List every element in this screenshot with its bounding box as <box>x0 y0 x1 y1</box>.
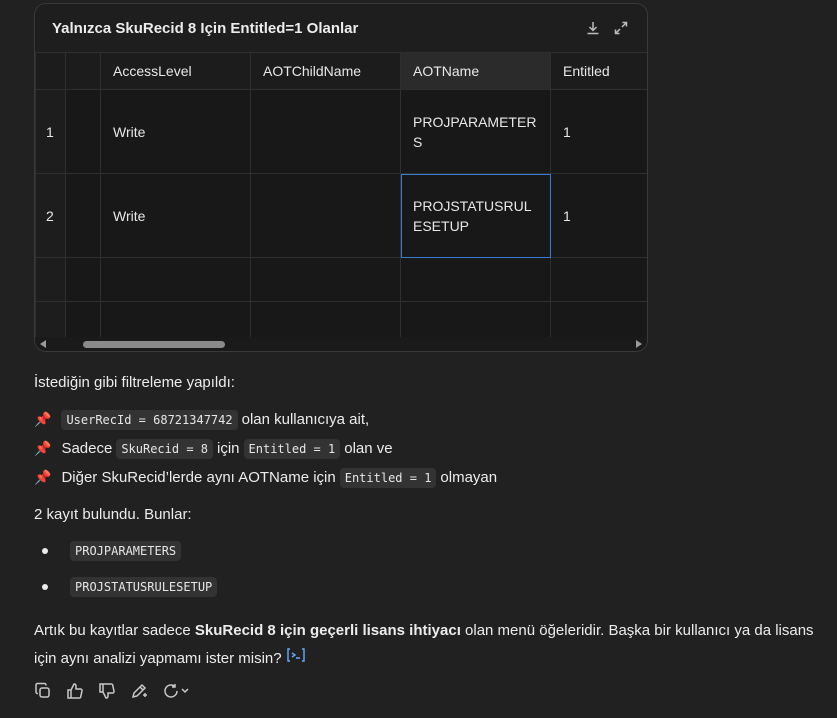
table-cell[interactable] <box>250 257 401 302</box>
closing-paragraph: Artık bu kayıtlar sadece SkuRecid 8 için… <box>34 617 814 673</box>
table-cell-aotchildname[interactable] <box>250 173 401 258</box>
table-cell-aotname[interactable]: PROJPARAMETERS <box>400 89 551 174</box>
table-cell[interactable] <box>100 257 251 302</box>
table-cell-aotname-text: PROJPARAMETERS <box>413 113 537 150</box>
table-cell-accesslevel[interactable]: Write <box>100 89 251 174</box>
inline-code: PROJPARAMETERS <box>70 541 182 561</box>
table-cell-accesslevel[interactable]: Write <box>100 173 251 258</box>
criteria-line: 📌 UserRecId = 68721347742 olan kullanıcı… <box>34 405 814 434</box>
pushpin-icon: 📌 <box>34 440 52 456</box>
criteria-text: olan ve <box>344 440 393 457</box>
horizontal-scrollbar[interactable] <box>35 337 647 351</box>
table-cell-aotchildname[interactable] <box>250 89 401 174</box>
copy-icon[interactable] <box>34 682 52 700</box>
pushpin-icon: 📌 <box>34 469 52 485</box>
closing-bold-text: SkuRecid 8 için geçerli lisans ihtiyacı <box>194 622 461 639</box>
inline-code: SkuRecid = 8 <box>116 438 214 459</box>
criteria-text: Diğer SkuRecid’lerde aynı AOTName için <box>61 469 336 486</box>
table-row-empty <box>35 257 647 302</box>
table-cell <box>35 257 66 302</box>
column-header-accesslevel[interactable]: AccessLevel <box>100 52 251 90</box>
criteria-text: olmayan <box>440 469 498 486</box>
row-number: 2 <box>35 173 66 258</box>
scroll-thumb[interactable] <box>83 341 225 348</box>
inline-code: PROJSTATUSRULESETUP <box>70 577 218 597</box>
table-cell[interactable] <box>65 89 101 174</box>
inline-code: Entitled = 1 <box>339 467 437 488</box>
inline-code: Entitled = 1 <box>243 438 341 459</box>
table-cell-entitled[interactable]: 1 <box>550 89 647 174</box>
inline-code: UserRecId = 68721347742 <box>61 409 238 430</box>
table-cell[interactable] <box>65 257 101 302</box>
criteria-text: Sadece <box>61 440 113 457</box>
pushpin-icon: 📌 <box>34 411 52 427</box>
data-table: AccessLevel AOTChildName AOTName Entitle… <box>35 52 647 346</box>
bullet-icon <box>42 584 48 590</box>
download-icon[interactable] <box>585 20 601 36</box>
criteria-text: olan kullanıcıya ait, <box>241 411 370 428</box>
table-cell-aotname-text: PROJSTATUSRULESETUP <box>413 197 532 234</box>
intro-text: İstediğin gibi filtreleme yapıldı: <box>34 373 235 391</box>
edit-sparkle-icon[interactable] <box>130 682 148 700</box>
scroll-left-icon[interactable] <box>40 340 46 348</box>
table-header-row: AccessLevel AOTChildName AOTName Entitle… <box>35 52 647 90</box>
result-list: PROJPARAMETERS PROJSTATUSRULESETUP <box>34 533 814 605</box>
thumbs-up-icon[interactable] <box>66 682 84 700</box>
list-item: PROJPARAMETERS <box>34 533 814 569</box>
column-header-rownum[interactable] <box>35 52 66 90</box>
assistant-message: İstediğin gibi filtreleme yapıldı: 📌 Use… <box>34 367 814 673</box>
found-text: 2 kayıt bulundu. Bunlar: <box>34 506 192 523</box>
table-row: 1 Write PROJPARAMETERS 1 <box>35 89 647 174</box>
code-interpreter-icon[interactable] <box>286 645 306 673</box>
column-header-entitled[interactable]: Entitled <box>550 52 647 90</box>
bullet-icon <box>42 548 48 554</box>
scroll-right-icon[interactable] <box>636 340 642 348</box>
table-row: 2 Write PROJSTATUSRULESETUP 1 <box>35 173 647 258</box>
table-card: Yalnızca SkuRecid 8 Için Entitled=1 Olan… <box>34 3 648 352</box>
card-title: Yalnızca SkuRecid 8 Için Entitled=1 Olan… <box>52 19 359 37</box>
table-cell[interactable] <box>65 173 101 258</box>
expand-icon[interactable] <box>613 20 629 36</box>
card-header: Yalnızca SkuRecid 8 Için Entitled=1 Olan… <box>35 4 647 52</box>
thumbs-down-icon[interactable] <box>98 682 116 700</box>
criteria-line: 📌 Sadece SkuRecid = 8 için Entitled = 1 … <box>34 434 814 463</box>
column-header-aotname[interactable]: AOTName <box>400 52 551 90</box>
closing-text: Artık bu kayıtlar sadece <box>34 622 195 639</box>
table-cell[interactable] <box>550 257 647 302</box>
column-header-aotchildname[interactable]: AOTChildName <box>250 52 401 90</box>
table-cell-aotname-selected[interactable]: PROJSTATUSRULESETUP <box>400 173 551 258</box>
table-cell-entitled[interactable]: 1 <box>550 173 647 258</box>
criteria-text: için <box>217 440 240 457</box>
column-header-blank[interactable] <box>65 52 101 90</box>
row-number: 1 <box>35 89 66 174</box>
regenerate-icon[interactable] <box>162 682 192 700</box>
criteria-line: 📌 Diğer SkuRecid’lerde aynı AOTName için… <box>34 463 814 492</box>
table-cell[interactable] <box>400 257 551 302</box>
list-item: PROJSTATUSRULESETUP <box>34 569 814 605</box>
message-actions <box>34 682 192 700</box>
